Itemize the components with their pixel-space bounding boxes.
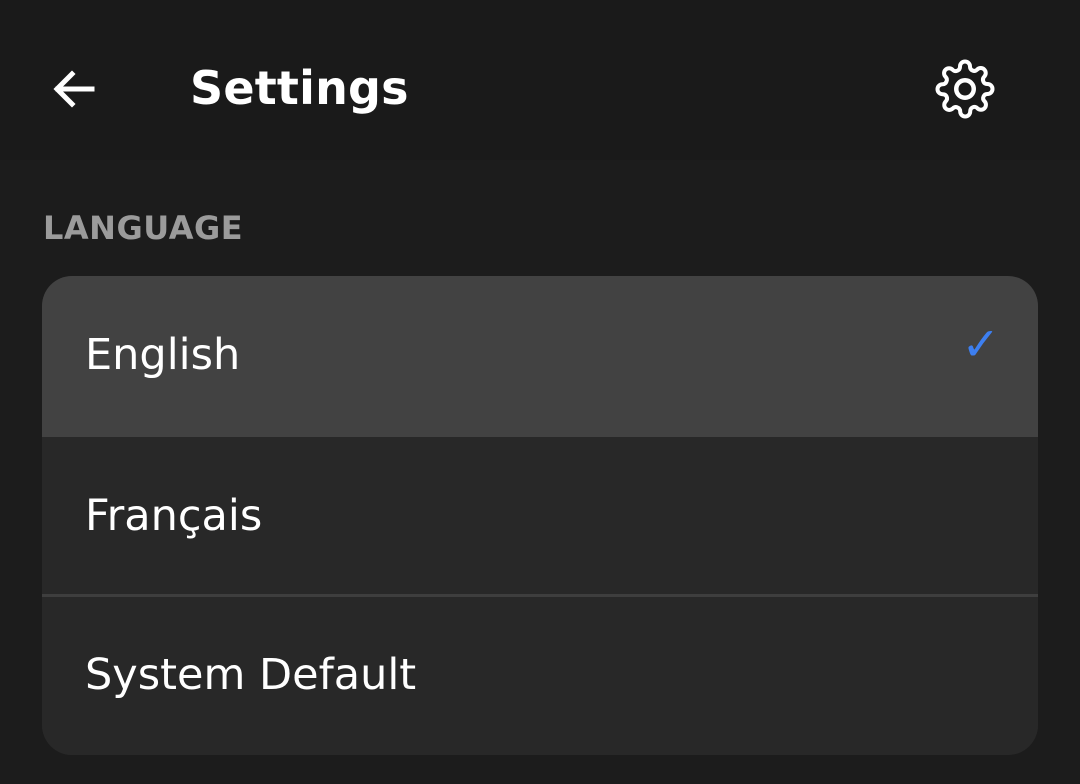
page-title: Settings [190, 61, 409, 115]
section-header-language: LANGUAGE [43, 209, 244, 247]
language-options-card: English ✓ Français System Default [42, 276, 1038, 755]
arrow-left-icon [53, 70, 95, 108]
language-option-english[interactable]: English ✓ [42, 276, 1038, 437]
back-button[interactable] [40, 55, 108, 123]
gear-icon [935, 59, 995, 119]
option-label: System Default [85, 650, 417, 700]
option-label: English [85, 330, 241, 380]
settings-button[interactable] [928, 52, 1002, 126]
app-bar: Settings [0, 0, 1080, 160]
language-option-francais[interactable]: Français [42, 437, 1038, 594]
option-label: Français [85, 491, 263, 541]
check-icon: ✓ [961, 317, 1000, 371]
language-option-system-default[interactable]: System Default [42, 597, 1038, 755]
